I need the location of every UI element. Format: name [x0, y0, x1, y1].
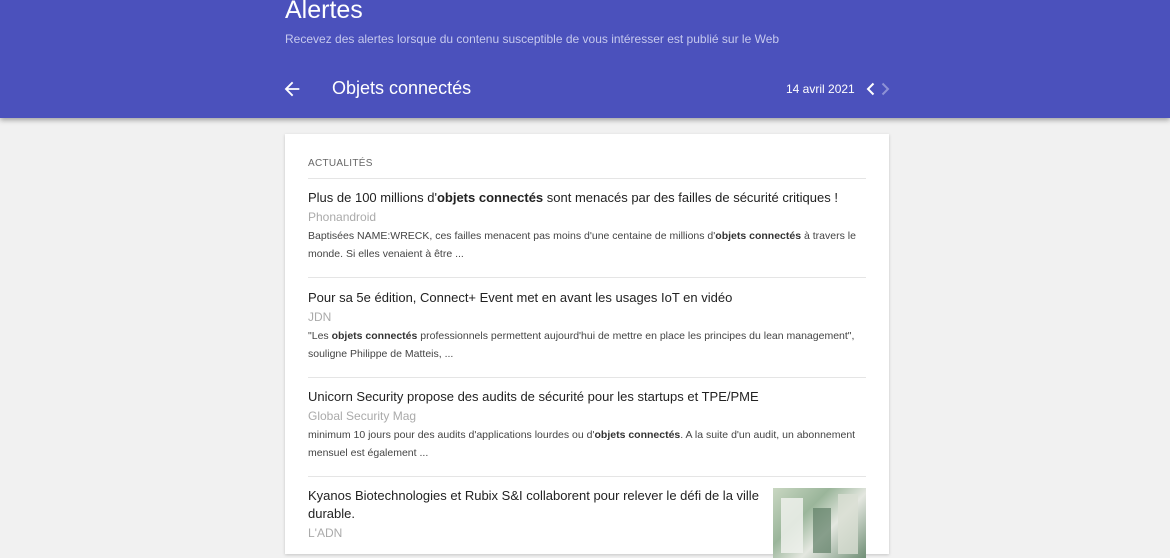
app-subtitle: Recevez des alertes lorsque du contenu s…	[285, 32, 780, 46]
alert-title: Objets connectés	[332, 78, 472, 98]
date-label: 14 avril 2021	[786, 82, 855, 96]
article-source: Phonandroid	[308, 210, 377, 224]
previous-date-button[interactable]	[864, 81, 878, 97]
article-snippet: minimum 10 jours pour des audits d'appli…	[308, 429, 856, 459]
article-title-link[interactable]: Kyanos Biotechnologies et Rubix S&I coll…	[308, 487, 768, 523]
article-source: L'ADN	[308, 526, 343, 540]
news-item: Pour sa 5e édition, Connect+ Event met e…	[308, 289, 866, 363]
article-title-link[interactable]: Plus de 100 millions d'objets connectés …	[308, 189, 866, 207]
back-button[interactable]	[281, 78, 303, 100]
news-item: Kyanos Biotechnologies et Rubix S&I coll…	[308, 487, 768, 541]
arrow-left-icon	[284, 81, 300, 97]
divider	[308, 377, 866, 378]
app-header: Alertes Recevez des alertes lorsque du c…	[0, 0, 1170, 118]
divider	[308, 476, 866, 477]
article-title-link[interactable]: Pour sa 5e édition, Connect+ Event met e…	[308, 289, 866, 307]
divider	[308, 178, 866, 179]
article-snippet: Baptisées NAME:WRECK, ces failles menace…	[308, 230, 856, 260]
article-title-link[interactable]: Unicorn Security propose des audits de s…	[308, 388, 866, 406]
article-source: JDN	[308, 310, 332, 324]
next-date-button[interactable]	[878, 81, 892, 97]
news-card: ACTUALITÉS Plus de 100 millions d'objets…	[285, 134, 889, 558]
news-item: Plus de 100 millions d'objets connectés …	[308, 189, 866, 263]
section-title: ACTUALITÉS	[308, 158, 373, 169]
article-thumbnail[interactable]	[773, 488, 866, 558]
news-item: Unicorn Security propose des audits de s…	[308, 388, 866, 462]
article-snippet: "Les objets connectés professionnels per…	[308, 330, 855, 360]
app-title: Alertes	[285, 0, 363, 24]
chevron-left-icon	[866, 82, 875, 96]
chevron-right-icon	[881, 82, 890, 96]
divider	[308, 277, 866, 278]
article-source: Global Security Mag	[308, 409, 417, 423]
